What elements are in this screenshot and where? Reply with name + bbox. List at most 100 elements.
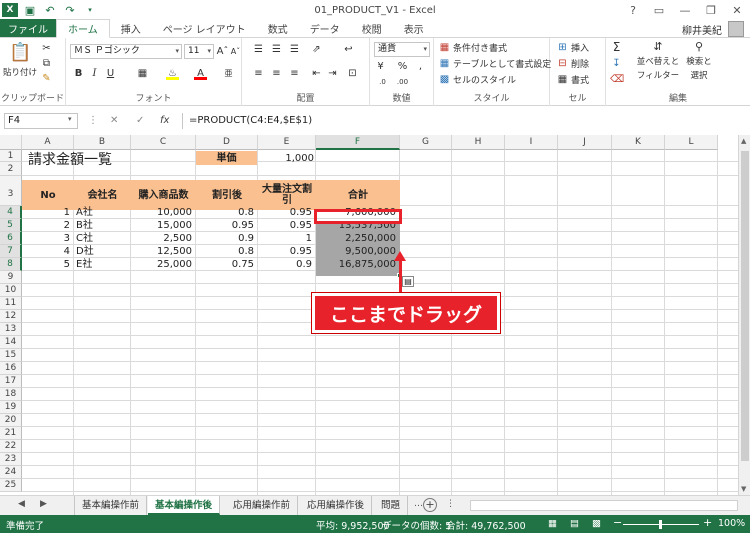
row-header-9[interactable]: 9 [0, 271, 22, 284]
sheet-title[interactable]: 請求金額一覧 [26, 151, 114, 169]
horizontal-scrollbar[interactable] [470, 500, 738, 511]
cell-discount[interactable]: 0.8 [196, 245, 256, 258]
orientation-button[interactable]: ⇗ [310, 43, 323, 56]
tab-review[interactable]: 校閲 [351, 19, 393, 37]
row-header-13[interactable]: 13 [0, 323, 22, 336]
user-name[interactable]: 柳井美紀 [682, 22, 722, 37]
paste-button[interactable]: 📋 貼り付け [3, 42, 37, 78]
align-left-button[interactable]: ≡ [252, 67, 265, 80]
save-icon[interactable]: ▣ [20, 0, 40, 20]
row-header-24[interactable]: 24 [0, 466, 22, 479]
column-header-c[interactable]: C [131, 135, 196, 150]
row-header-21[interactable]: 21 [0, 427, 22, 440]
close-button[interactable]: ✕ [724, 0, 750, 20]
column-header-b[interactable]: B [74, 135, 131, 150]
row-header-15[interactable]: 15 [0, 349, 22, 362]
underline-button[interactable]: U [104, 67, 117, 80]
cell-bulk-discount[interactable]: 0.95 [258, 206, 314, 219]
number-format-select[interactable]: 通貨 ▾ [374, 42, 430, 57]
font-name-select[interactable]: ＭＳ Ｐゴシック ▾ [70, 44, 182, 59]
row-header-1[interactable]: 1 [0, 150, 22, 162]
cell-discount[interactable]: 0.75 [196, 258, 256, 271]
cell-styles-button[interactable]: ▩ セルのスタイル [438, 73, 516, 86]
cell-quantity[interactable]: 12,500 [131, 245, 194, 258]
insert-function-icon[interactable]: fx [160, 115, 169, 126]
undo-icon[interactable]: ↶ [40, 0, 60, 20]
accounting-button[interactable]: ¥ [374, 60, 387, 73]
ribbon-display-button[interactable]: ▭ [646, 0, 672, 20]
wrap-text-button[interactable]: ↩ [342, 43, 355, 56]
sheet-tab-advanced-after[interactable]: 応用編操作後 [300, 496, 373, 515]
comma-button[interactable]: , [414, 60, 427, 73]
column-header-f[interactable]: F [316, 135, 400, 150]
column-header-a[interactable]: A [22, 135, 74, 150]
cell-no[interactable]: 3 [22, 232, 72, 245]
decrease-decimal-button[interactable]: .00 [396, 76, 409, 89]
autosum-button[interactable]: Σ [610, 41, 623, 54]
fill-color-button[interactable]: ♨ [166, 67, 179, 80]
format-as-table-button[interactable]: ▦ テーブルとして書式設定 [438, 57, 551, 70]
format-painter-button[interactable]: ✎ [40, 72, 53, 85]
cell-quantity[interactable]: 15,000 [131, 219, 194, 232]
cell-quantity[interactable]: 2,500 [131, 232, 194, 245]
row-header-19[interactable]: 19 [0, 401, 22, 414]
shrink-font-button[interactable]: Aˇ [229, 45, 242, 58]
row-header-3[interactable]: 3 [0, 176, 22, 206]
help-button[interactable]: ? [620, 0, 646, 20]
row-header-16[interactable]: 16 [0, 362, 22, 375]
cell-discount[interactable]: 0.8 [196, 206, 256, 219]
percent-button[interactable]: % [396, 60, 409, 73]
row-header-7[interactable]: 7 [0, 245, 22, 258]
tab-home[interactable]: ホーム [56, 19, 110, 38]
row-header-12[interactable]: 12 [0, 310, 22, 323]
row-header-14[interactable]: 14 [0, 336, 22, 349]
sheet-tab-advanced-before[interactable]: 応用編操作前 [226, 496, 299, 515]
page-break-view-icon[interactable]: ▩ [592, 518, 601, 529]
align-right-button[interactable]: ≡ [288, 67, 301, 80]
cell-company[interactable]: A社 [74, 206, 129, 219]
restore-button[interactable]: ❐ [698, 0, 724, 20]
cell-bulk-discount[interactable]: 0.95 [258, 219, 314, 232]
row-header-8[interactable]: 8 [0, 258, 22, 271]
column-header-d[interactable]: D [196, 135, 258, 150]
tab-view[interactable]: 表示 [393, 19, 435, 37]
cell-company[interactable]: E社 [74, 258, 129, 271]
autofill-options-icon[interactable]: ▤ [402, 276, 414, 287]
cell-total[interactable]: 16,875,000 [316, 258, 398, 271]
format-cells-button[interactable]: ▦ 書式 [556, 73, 589, 86]
align-top-button[interactable]: ☰ [252, 43, 265, 56]
prev-sheet-icon[interactable]: ◀ [18, 499, 25, 509]
select-all-corner[interactable] [0, 135, 22, 150]
column-header-k[interactable]: K [612, 135, 665, 150]
scroll-down-icon[interactable]: ▼ [741, 485, 746, 493]
align-bottom-button[interactable]: ☰ [288, 43, 301, 56]
average-status[interactable]: 平均: 9,952,500 [316, 518, 390, 532]
row-header-18[interactable]: 18 [0, 388, 22, 401]
zoom-level[interactable]: 100% [718, 518, 745, 529]
increase-indent-button[interactable]: ⇥ [326, 67, 339, 80]
align-middle-button[interactable]: ☰ [270, 43, 283, 56]
zoom-slider-thumb[interactable] [659, 520, 662, 529]
column-header-i[interactable]: I [505, 135, 558, 150]
align-center-button[interactable]: ≡ [270, 67, 283, 80]
row-header-25[interactable]: 25 [0, 479, 22, 492]
cell-no[interactable]: 4 [22, 245, 72, 258]
decrease-indent-button[interactable]: ⇤ [310, 67, 323, 80]
sort-filter-button[interactable]: ⇵ 並べ替えと フィルター [636, 40, 680, 81]
column-header-j[interactable]: J [558, 135, 612, 150]
cell-company[interactable]: C社 [74, 232, 129, 245]
column-header-l[interactable]: L [665, 135, 718, 150]
merge-center-button[interactable]: ⊡ [346, 67, 359, 80]
avatar[interactable] [728, 21, 744, 37]
tab-insert[interactable]: 挿入 [110, 19, 152, 37]
enter-icon[interactable]: ✓ [136, 115, 144, 126]
find-select-button[interactable]: ⚲ 検索と 選択 [682, 40, 716, 81]
copy-button[interactable]: ⧉ [40, 57, 53, 70]
clear-button[interactable]: ⌫ [610, 73, 624, 86]
cell-company[interactable]: D社 [74, 245, 129, 258]
page-layout-view-icon[interactable]: ▤ [570, 518, 579, 529]
vertical-scrollbar[interactable]: ▲ ▼ [738, 135, 750, 495]
cell-no[interactable]: 1 [22, 206, 72, 219]
conditional-formatting-button[interactable]: ▦ 条件付き書式 [438, 41, 507, 54]
formula-input[interactable]: =PRODUCT(C4:E4,$E$1) [182, 113, 737, 129]
